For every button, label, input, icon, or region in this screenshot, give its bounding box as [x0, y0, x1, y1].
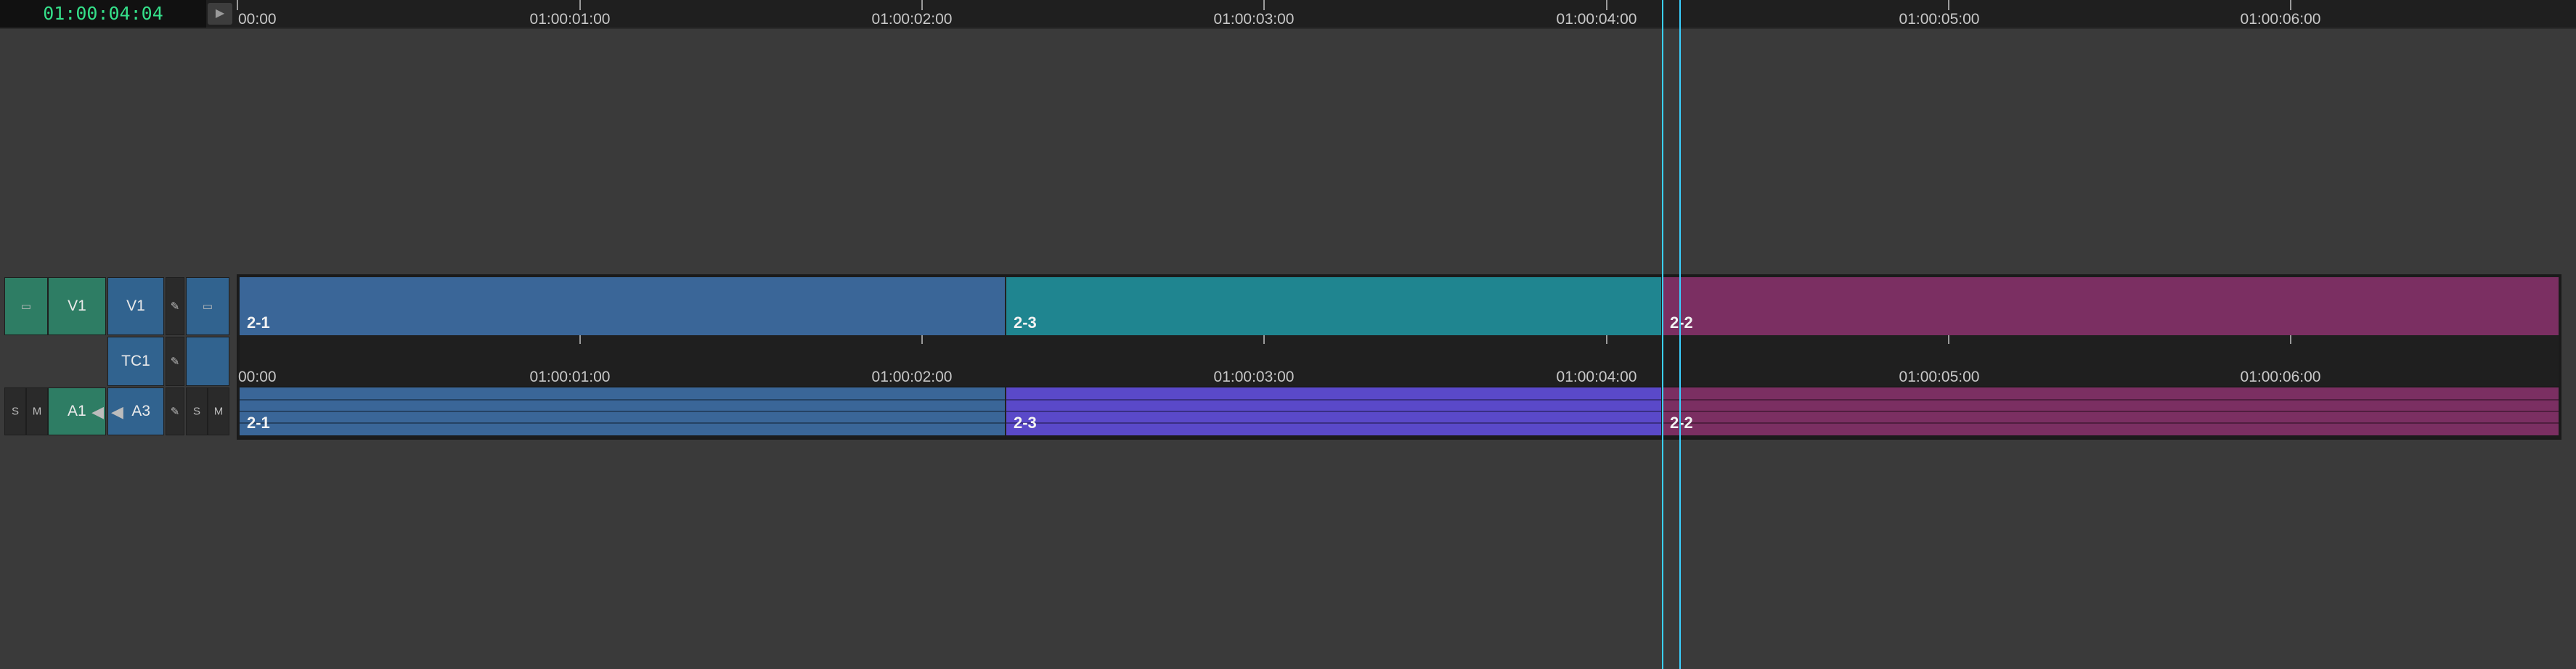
ruler-tick	[1948, 0, 1949, 10]
video-clip[interactable]: 2-3	[1006, 277, 1663, 335]
audio-mute-button-2[interactable]: M	[208, 387, 229, 435]
timecode-monitor-toggle[interactable]	[186, 337, 229, 386]
ruler-tick	[1606, 0, 1607, 10]
video-sync-lock[interactable]: ✎	[166, 277, 184, 335]
ruler-tick	[2290, 0, 2291, 10]
audio-solo-button-2[interactable]: S	[186, 387, 208, 435]
ruler-label: 01:00:04:00	[1556, 369, 1637, 385]
timecode-display[interactable]: 01:00:04:04	[0, 0, 206, 28]
ruler-label: 01:00:02:00	[871, 369, 953, 385]
pencil-icon: ✎	[170, 406, 180, 418]
ruler-tick	[1263, 335, 1265, 344]
ruler-tick	[2290, 335, 2291, 344]
timecode-track-label: TC1	[121, 353, 150, 369]
playhead[interactable]	[1662, 0, 1681, 669]
play-button[interactable]: ▶	[208, 3, 232, 25]
ruler-label: 01:00:05:00	[1899, 11, 1980, 28]
clip-label: 2-3	[1014, 414, 1037, 432]
audio-mute-button[interactable]: M	[26, 387, 48, 435]
pencil-icon: ✎	[170, 356, 180, 368]
play-icon: ▶	[215, 7, 225, 20]
waveform-line	[1663, 399, 2559, 401]
clip-label: 2-3	[1014, 313, 1037, 332]
timecode-sync-lock[interactable]: ✎	[166, 337, 184, 386]
audio-sync-lock[interactable]: ✎	[166, 387, 184, 435]
ruler-tick	[579, 0, 581, 10]
ruler-label: 01:00:02:00	[871, 11, 953, 28]
video-monitor-button[interactable]: ▭	[4, 277, 48, 335]
audio-clip[interactable]: 2-2	[1663, 387, 2559, 435]
ruler-tick	[1263, 0, 1265, 10]
monitor-icon: ▭	[202, 300, 213, 313]
video-track-selector[interactable]: V1	[107, 277, 164, 335]
audio-clip[interactable]: 2-1	[240, 387, 1006, 435]
ruler-tick	[1606, 335, 1607, 344]
audio-solo-button[interactable]: S	[4, 387, 26, 435]
mute-label: M	[32, 405, 42, 418]
video-patch-label: V1	[68, 297, 86, 314]
ruler-label: 01:00:03:00	[1213, 369, 1295, 385]
timecode-track-ruler: 00:00 01:00:01:00 01:00:02:00 01:00:03:0…	[238, 335, 2559, 386]
ruler-label: 01:00:01:00	[529, 369, 611, 385]
timecode-track-selector[interactable]: TC1	[107, 337, 164, 386]
waveform-line	[240, 422, 1005, 424]
waveform-line	[240, 399, 1005, 401]
monitor-icon: ▭	[20, 300, 32, 313]
waveform-line	[1006, 399, 1661, 401]
waveform-line	[1663, 411, 2559, 412]
video-track-label: V1	[126, 297, 145, 314]
solo-label: S	[11, 405, 19, 418]
waveform-line	[1663, 422, 2559, 424]
video-clip[interactable]: 2-1	[240, 277, 1006, 335]
video-monitor-toggle[interactable]: ▭	[186, 277, 229, 335]
ruler-tick	[579, 335, 581, 344]
clip-label: 2-1	[247, 313, 270, 332]
audio-source-patch[interactable]: A1 ◀	[48, 387, 106, 435]
ruler-tick	[1948, 335, 1949, 344]
ruler-label: 01:00:04:00	[1556, 11, 1637, 28]
waveform-line	[1006, 422, 1661, 424]
waveform-line	[1006, 411, 1661, 412]
ruler-label: 01:00:05:00	[1899, 369, 1980, 385]
pencil-icon: ✎	[170, 300, 180, 313]
waveform-line	[240, 411, 1005, 412]
mute-label: M	[213, 405, 224, 418]
ruler-tick	[237, 0, 238, 10]
speaker-icon: ◀	[91, 403, 104, 421]
ruler-label: 00:00	[238, 369, 277, 385]
audio-track-label: A3	[131, 403, 150, 419]
timeline-ruler[interactable]: 00:00 01:00:01:00 01:00:02:00 01:00:03:0…	[237, 0, 2576, 28]
video-clip[interactable]: 2-2	[1663, 277, 2559, 335]
ruler-label: 01:00:01:00	[529, 11, 611, 28]
ruler-label: 01:00:06:00	[2240, 369, 2321, 385]
ruler-tick	[921, 335, 923, 344]
ruler-label: 01:00:03:00	[1213, 11, 1295, 28]
video-source-patch[interactable]: V1	[48, 277, 106, 335]
ruler-label: 00:00	[238, 11, 277, 28]
ruler-label: 01:00:06:00	[2240, 11, 2321, 28]
audio-clip[interactable]: 2-3	[1006, 387, 1663, 435]
ruler-tick	[921, 0, 923, 10]
audio-track-selector[interactable]: ◀ A3	[107, 387, 164, 435]
clip-label: 2-1	[247, 414, 270, 432]
solo-label: S	[192, 405, 200, 418]
